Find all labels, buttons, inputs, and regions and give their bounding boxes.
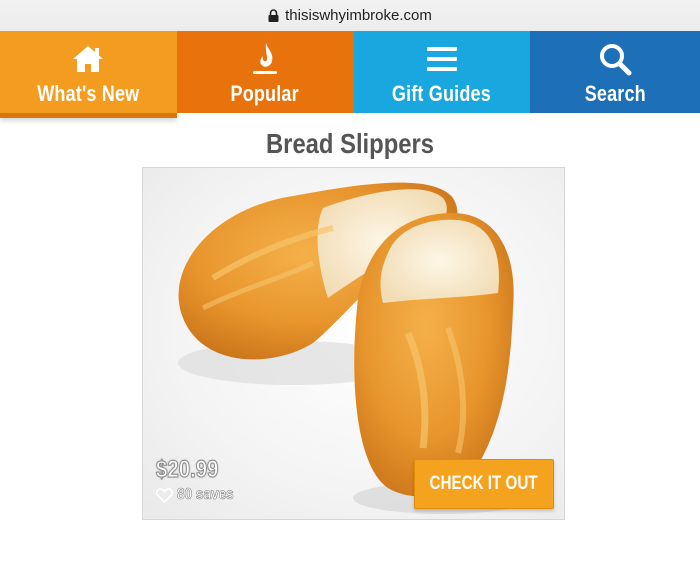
flame-icon <box>253 43 278 74</box>
nav-label: Gift Guides <box>392 81 492 106</box>
nav-label: Popular <box>230 81 300 106</box>
saves-button[interactable]: 80 saves <box>156 486 244 504</box>
lock-icon <box>268 9 279 22</box>
nav-label: What's New <box>37 81 140 106</box>
nav-gift-guides[interactable]: Gift Guides <box>353 31 531 113</box>
nav-label: Search <box>584 81 646 106</box>
menu-icon <box>426 47 457 71</box>
nav-popular[interactable]: Popular <box>176 31 354 113</box>
url-text: thisiswhyimbroke.com <box>285 7 432 24</box>
product-title[interactable]: Bread Slippers <box>53 128 648 160</box>
check-it-out-button[interactable]: CHECK IT OUT <box>414 459 554 509</box>
saves-count: 80 saves <box>177 486 234 504</box>
search-icon <box>600 44 632 76</box>
nav-whats-new[interactable]: What's New <box>0 31 177 118</box>
product-card[interactable]: $20.99 80 saves CHECK IT OUT <box>142 167 565 520</box>
cta-label: CHECK IT OUT <box>429 473 539 494</box>
home-icon <box>73 46 104 72</box>
nav-search[interactable]: Search <box>530 31 700 113</box>
address-bar[interactable]: thisiswhyimbroke.com <box>0 0 700 31</box>
product-price: $20.99 <box>156 456 219 484</box>
main-nav: What's New Popular Gift Guides Search <box>0 31 700 118</box>
heart-icon <box>156 487 173 503</box>
